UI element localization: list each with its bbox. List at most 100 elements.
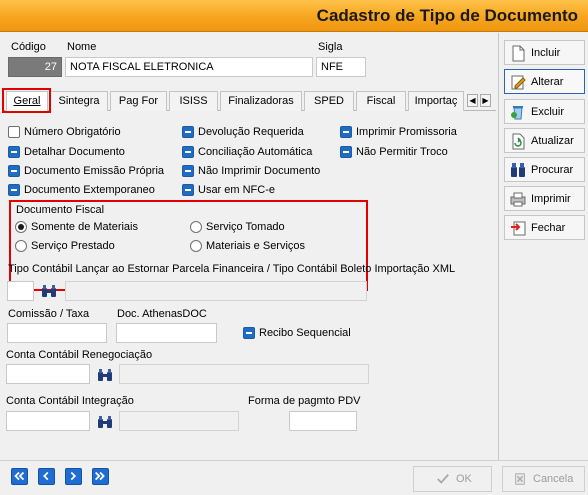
binoculars-icon[interactable]: [41, 284, 57, 298]
tab-importacao[interactable]: Importaç: [408, 91, 464, 111]
checkbox-icon: [8, 165, 20, 177]
radio-icon: [15, 240, 27, 252]
delete-icon: [511, 105, 523, 119]
radio-icon: [15, 221, 27, 233]
sigla-label: Sigla: [318, 41, 343, 53]
cancel-icon: [515, 473, 525, 485]
doc-athenas-field[interactable]: [116, 323, 217, 343]
documento-fiscal-group: Documento Fiscal Somente de Materiais Se…: [9, 200, 368, 291]
excluir-button[interactable]: Excluir: [504, 99, 585, 124]
radio-materiais-e-servicos[interactable]: Materiais e Serviços: [190, 240, 305, 252]
imprimir-button[interactable]: Imprimir: [504, 186, 585, 211]
radio-label: Serviço Prestado: [31, 240, 115, 252]
procurar-button[interactable]: Procurar: [504, 157, 585, 182]
chk-devolucao-requerida[interactable]: Devolução Requerida: [182, 126, 304, 138]
chk-numero-obrigatorio[interactable]: Número Obrigatório: [8, 126, 121, 138]
chk-label: Não Permitir Troco: [356, 146, 448, 158]
tab-pag-for[interactable]: Pag For: [110, 91, 167, 111]
window-title: Cadastro de Tipo de Documento: [316, 6, 578, 25]
comissao-field[interactable]: [7, 323, 107, 343]
chk-label: Documento Emissão Própria: [24, 165, 165, 177]
next-record-icon[interactable]: [65, 468, 82, 485]
checkbox-icon: [8, 146, 20, 158]
checkbox-icon: [8, 126, 20, 138]
nome-field[interactable]: NOTA FISCAL ELETRONICA: [65, 57, 313, 77]
alterar-button[interactable]: Alterar: [504, 69, 585, 94]
binoculars-icon: [511, 162, 525, 177]
tab-sped[interactable]: SPED: [304, 91, 354, 111]
last-record-icon[interactable]: [92, 468, 109, 485]
radio-label: Serviço Tomado: [206, 221, 285, 233]
action-button-column: Incluir Alterar Excluir Atualizar Procur…: [500, 33, 588, 460]
chk-imprimir-promissoria[interactable]: Imprimir Promissoria: [340, 126, 457, 138]
check-icon: [437, 474, 449, 484]
checkbox-icon: [182, 184, 194, 196]
forma-pagto-field[interactable]: [289, 411, 357, 431]
chk-detalhar-documento[interactable]: Detalhar Documento: [8, 146, 125, 158]
codigo-field[interactable]: 27: [8, 57, 62, 77]
chk-label: Número Obrigatório: [24, 126, 121, 138]
chk-documento-extemporaneo[interactable]: Documento Extemporaneo: [8, 184, 155, 196]
tab-finalizadoras[interactable]: Finalizadoras: [220, 91, 302, 111]
chk-label: Imprimir Promissoria: [356, 126, 457, 138]
checkbox-icon: [243, 327, 255, 339]
ok-label: OK: [456, 473, 472, 485]
conta-reneg-field[interactable]: [6, 364, 90, 384]
first-record-icon[interactable]: [11, 468, 28, 485]
checkbox-icon: [340, 146, 352, 158]
imprimir-label: Imprimir: [531, 192, 571, 205]
chk-recibo-sequencial[interactable]: Recibo Sequencial: [243, 327, 351, 339]
chk-documento-emissao-propria[interactable]: Documento Emissão Própria: [8, 165, 164, 177]
incluir-button[interactable]: Incluir: [504, 40, 585, 65]
nome-label: Nome: [67, 41, 97, 53]
chk-nao-permitir-troco[interactable]: Não Permitir Troco: [340, 146, 448, 158]
tipo-contabil-code-field[interactable]: [7, 281, 34, 301]
forma-pagto-label: Forma de pagmto PDV: [248, 395, 361, 407]
tab-sintegra[interactable]: Sintegra: [50, 91, 108, 111]
chk-label: Documento Extemporaneo: [24, 184, 155, 196]
ok-button[interactable]: OK: [413, 466, 492, 492]
radio-icon: [190, 221, 202, 233]
checkbox-icon: [340, 126, 352, 138]
conta-integ-field[interactable]: [6, 411, 90, 431]
tab-scroll-left-icon[interactable]: ◀: [467, 94, 478, 107]
conta-integ-label: Conta Contábil Integração: [6, 395, 134, 407]
checkbox-icon: [8, 184, 20, 196]
sigla-field[interactable]: NFE: [316, 57, 366, 77]
radio-somente-materiais[interactable]: Somente de Materiais: [15, 221, 138, 233]
atualizar-button[interactable]: Atualizar: [504, 128, 585, 153]
conta-reneg-label: Conta Contábil Renegociação: [6, 349, 153, 361]
cancela-button[interactable]: Cancela: [502, 466, 585, 492]
tab-geral-highlight: [2, 88, 51, 113]
checkbox-icon: [182, 146, 194, 158]
binoculars-icon[interactable]: [97, 368, 113, 382]
radio-icon: [190, 240, 202, 252]
chk-nao-imprimir-documento[interactable]: Não Imprimir Documento: [182, 165, 320, 177]
tipo-contabil-desc-field: [65, 281, 367, 301]
fechar-button[interactable]: Fechar: [504, 215, 585, 240]
radio-servico-tomado[interactable]: Serviço Tomado: [190, 221, 285, 233]
fechar-label: Fechar: [531, 221, 566, 234]
chk-label: Detalhar Documento: [24, 146, 125, 158]
conta-integ-desc-field: [119, 411, 239, 431]
chk-usar-em-nfce[interactable]: Usar em NFC-e: [182, 184, 275, 196]
conta-reneg-desc-field: [119, 364, 369, 384]
comissao-label: Comissão / Taxa: [8, 308, 90, 320]
radio-servico-prestado[interactable]: Serviço Prestado: [15, 240, 115, 252]
chk-conciliacao-automatica[interactable]: Conciliação Automática: [182, 146, 312, 158]
tab-isiss[interactable]: ISISS: [169, 91, 218, 111]
binoculars-icon[interactable]: [97, 415, 113, 429]
chk-label: Conciliação Automática: [198, 146, 313, 158]
doc-athenas-label: Doc. AthenasDOC: [117, 308, 207, 320]
title-bar: Cadastro de Tipo de Documento: [0, 0, 588, 32]
excluir-label: Excluir: [531, 105, 565, 118]
prev-record-icon[interactable]: [38, 468, 55, 485]
codigo-label: Código: [11, 41, 46, 53]
radio-label: Somente de Materiais: [31, 221, 138, 233]
tab-fiscal[interactable]: Fiscal: [356, 91, 406, 111]
tab-scroll-right-icon[interactable]: ▶: [480, 94, 491, 107]
atualizar-label: Atualizar: [531, 134, 574, 147]
bottom-bar: OK Cancela: [0, 460, 588, 495]
chk-label: Usar em NFC-e: [198, 184, 276, 196]
documento-fiscal-title: Documento Fiscal: [16, 204, 105, 216]
